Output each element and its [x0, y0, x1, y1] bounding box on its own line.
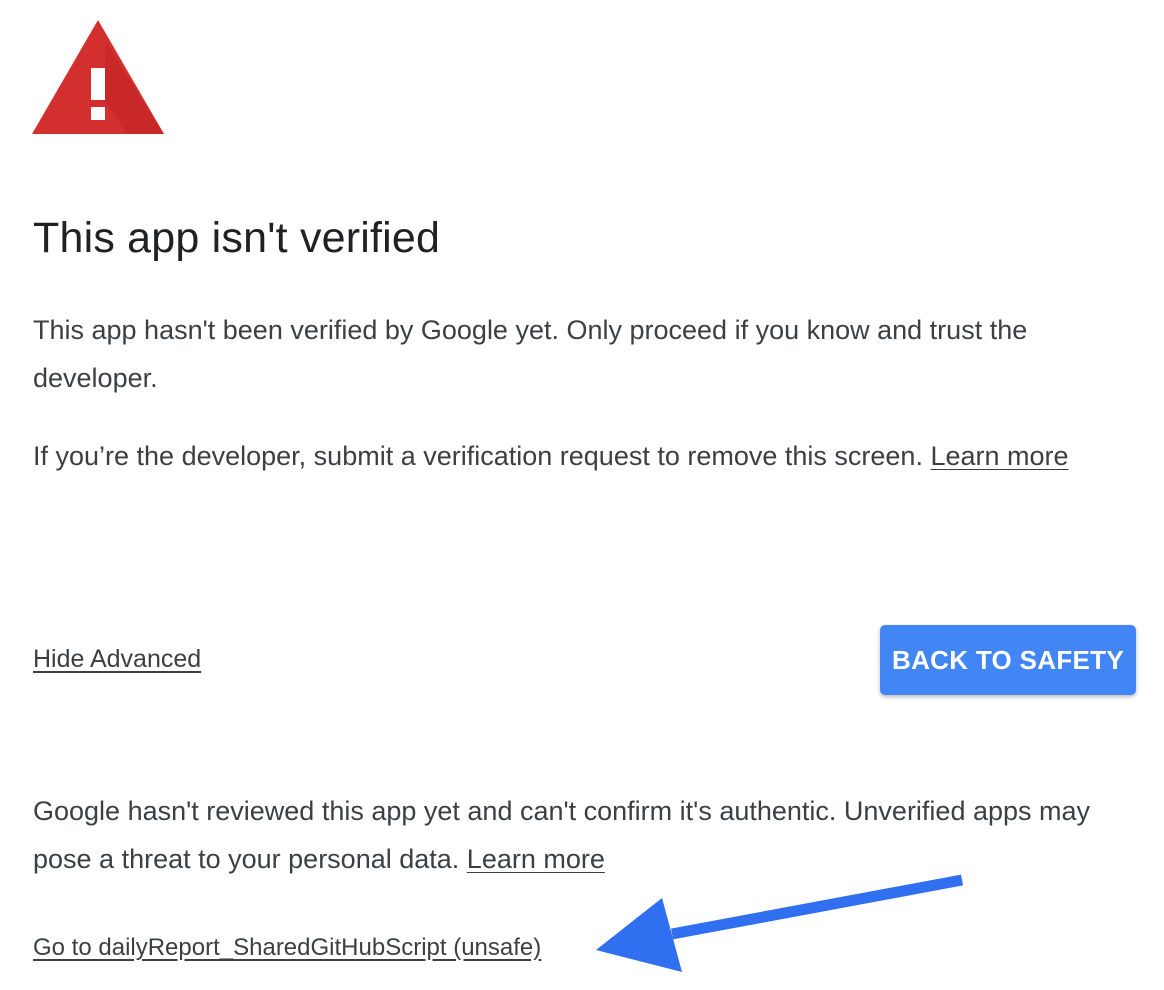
learn-more-link-risk[interactable]: Learn more — [467, 844, 605, 874]
unverified-risk-paragraph: Google hasn't reviewed this app yet and … — [33, 787, 1143, 883]
hide-advanced-link[interactable]: Hide Advanced — [33, 645, 201, 674]
developer-info-paragraph: If you’re the developer, submit a verifi… — [33, 432, 1143, 480]
go-to-unsafe-app-link[interactable]: Go to dailyReport_SharedGitHubScript (un… — [33, 934, 541, 962]
learn-more-link-developer[interactable]: Learn more — [930, 441, 1068, 471]
back-to-safety-button[interactable]: BACK TO SAFETY — [880, 625, 1136, 695]
warning-triangle-icon — [32, 20, 164, 134]
page-title: This app isn't verified — [33, 214, 441, 262]
developer-info-text: If you’re the developer, submit a verifi… — [33, 441, 923, 471]
arrow-annotation-icon — [596, 874, 964, 972]
verification-warning-text: This app hasn't been verified by Google … — [33, 315, 1028, 393]
